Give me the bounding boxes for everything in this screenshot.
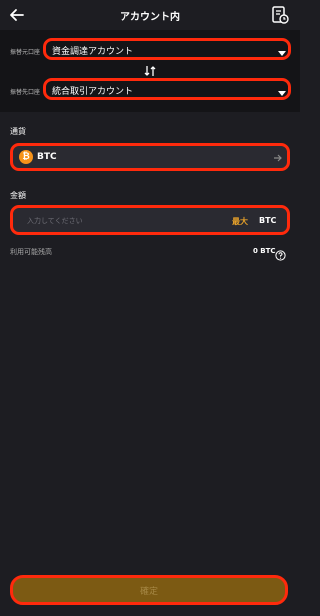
help-circle-icon xyxy=(275,250,286,261)
amount-input[interactable] xyxy=(27,214,217,228)
chevron-down-icon xyxy=(278,51,286,56)
help-button[interactable] xyxy=(275,246,286,261)
page-title: アカウント内 xyxy=(120,12,180,23)
header-bar: アカウント内 xyxy=(0,0,300,30)
currency-value: BTC xyxy=(37,152,57,162)
from-account-value: 資金調達アカウント xyxy=(52,47,134,57)
amount-unit: BTC xyxy=(259,216,277,225)
transfer-history-icon xyxy=(272,6,289,24)
to-account-select[interactable]: 統合取引アカウント xyxy=(43,78,291,100)
arrow-right-icon xyxy=(274,154,282,162)
currency-label: 通貨 xyxy=(10,127,26,136)
max-button[interactable]: 最大 xyxy=(232,216,248,227)
available-balance-value: 0 BTC xyxy=(253,247,276,255)
from-account-label: 振替元口座 xyxy=(10,49,41,56)
available-balance-label: 利用可能残高 xyxy=(10,248,52,256)
history-button[interactable] xyxy=(270,5,290,25)
to-account-label: 振替先口座 xyxy=(10,89,41,96)
from-account-select[interactable]: 資金調達アカウント xyxy=(43,38,291,60)
swap-arrows-icon xyxy=(144,66,156,76)
chevron-down-icon xyxy=(278,91,286,96)
transfer-accounts-panel: 振替元口座 資金調達アカウント 振替先口座 統合取引アカウント xyxy=(0,30,300,112)
amount-label: 金額 xyxy=(10,191,26,200)
swap-button[interactable] xyxy=(143,63,157,77)
confirm-button[interactable]: 確定 xyxy=(10,575,288,605)
to-account-value: 統合取引アカウント xyxy=(52,87,134,97)
bitcoin-icon: ₿ xyxy=(19,150,33,164)
currency-selector[interactable]: ₿ BTC xyxy=(10,143,290,171)
confirm-label: 確定 xyxy=(139,587,158,597)
amount-input-box[interactable]: 最大 BTC xyxy=(10,205,290,235)
